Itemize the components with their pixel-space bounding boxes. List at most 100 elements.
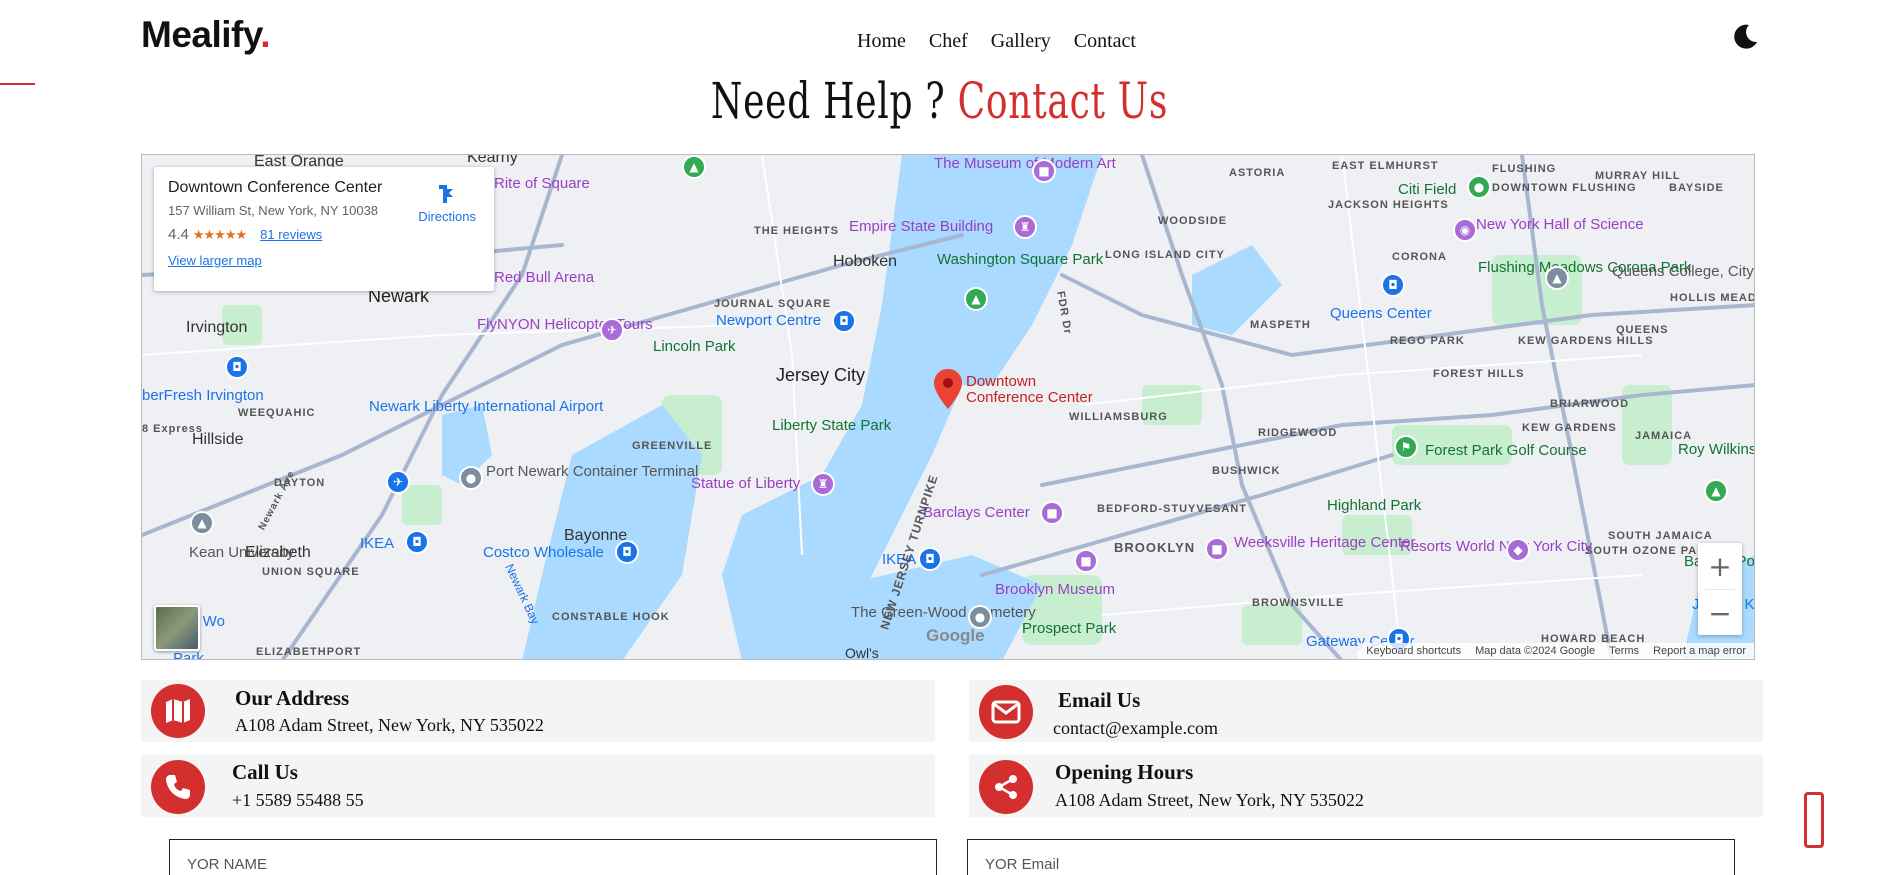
shopping-icon[interactable]: ◘	[1381, 273, 1405, 297]
shopping-icon[interactable]: ◘	[918, 547, 942, 571]
hours-text: A108 Adam Street, New York, NY 535022	[1055, 790, 1364, 810]
embedded-map[interactable]: Newark Jersey City Hoboken Irvington Hil…	[141, 154, 1755, 660]
school-icon[interactable]: ▲	[1545, 266, 1569, 290]
map-poi-resorts-world[interactable]: Resorts World New York City	[1400, 538, 1592, 555]
map-attribution: Keyboard shortcuts Map data ©2024 Google…	[1358, 643, 1754, 659]
map-poi-ikea-newark[interactable]: IKEA	[360, 535, 394, 552]
zoom-in-button[interactable]: +	[1698, 543, 1742, 589]
map-poi-ny-hall-science[interactable]: New York Hall of Science	[1476, 216, 1644, 233]
map-poi-red-bull-arena[interactable]: Red Bull Arena	[494, 269, 594, 286]
map-poi-newport-centre[interactable]: Newport Centre	[716, 312, 821, 329]
map-poi-washington-square[interactable]: Washington Square Park	[937, 251, 1103, 268]
map-zoom-control: + −	[1698, 543, 1742, 635]
shopping-icon[interactable]: ◘	[832, 309, 856, 333]
rating-stars-icon: ★★★★★	[192, 226, 247, 242]
map-label-queens: QUEENS	[1616, 324, 1669, 336]
map-label-east-elmhurst: EAST ELMHURST	[1332, 160, 1439, 172]
map-label-rego-park: REGO PARK	[1390, 335, 1465, 347]
arena-icon[interactable]: ■	[1040, 501, 1064, 525]
zoom-out-button[interactable]: −	[1698, 590, 1742, 636]
map-poi-statue-of-liberty[interactable]: Statue of Liberty	[691, 475, 800, 492]
address-card: Our Address A108 Adam Street, New York, …	[141, 680, 935, 742]
helicopter-icon[interactable]: ✈	[600, 318, 624, 342]
stadium-icon[interactable]: ●	[1467, 175, 1491, 199]
address-text: A108 Adam Street, New York, NY 535022	[235, 715, 544, 735]
shopping-icon[interactable]: ◘	[405, 530, 429, 554]
map-poi-barclays[interactable]: Barclays Center	[923, 504, 1030, 521]
tree-icon[interactable]: ▲	[964, 287, 988, 311]
nav-contact[interactable]: Contact	[1074, 30, 1136, 53]
terms-link[interactable]: Terms	[1609, 645, 1639, 657]
museum-icon[interactable]: ■	[1205, 537, 1229, 561]
call-card: Call Us +1 5589 55488 55	[141, 755, 935, 817]
tree-icon[interactable]: ▲	[682, 155, 706, 179]
map-poi-rite-of-square[interactable]: Rite of Square	[494, 175, 590, 192]
museum-icon[interactable]: ■	[1032, 159, 1056, 183]
landmark-icon[interactable]: ♜	[811, 472, 835, 496]
map-label-journal-square: JOURNAL SQUARE	[714, 298, 832, 310]
email-field[interactable]: YOR Email	[967, 839, 1735, 875]
map-poi-green-wood[interactable]: The Green-Wood Cemetery	[851, 604, 1036, 621]
map-poi-citi-field[interactable]: Citi Field	[1398, 181, 1456, 198]
school-icon[interactable]: ▲	[190, 511, 214, 535]
landmark-icon[interactable]: ♜	[1013, 215, 1037, 239]
map-poi-weeksville[interactable]: Weeksville Heritage Center	[1234, 534, 1415, 551]
map-poi-brooklyn-museum[interactable]: Brooklyn Museum	[995, 581, 1115, 598]
map-label-flushing: FLUSHING	[1492, 163, 1557, 175]
map-poi-newark-airport[interactable]: Newark Liberty International Airport	[369, 398, 603, 415]
map-poi-kean[interactable]: Kean University	[189, 544, 294, 561]
map-poi-forest-park-golf[interactable]: Forest Park Golf Course	[1425, 442, 1587, 459]
reviews-link[interactable]: 81 reviews	[260, 227, 322, 242]
name-field[interactable]: YOR NAME	[169, 839, 937, 875]
side-accent-line	[0, 83, 35, 85]
map-label-williamsburg: WILLIAMSBURG	[1069, 411, 1168, 423]
call-title: Call Us	[232, 760, 298, 784]
map-poi-roy-wilkins[interactable]: Roy Wilkins Park	[1678, 441, 1754, 458]
airport-icon[interactable]: ✈	[386, 470, 410, 494]
map-label-jersey-city: Jersey City	[776, 365, 866, 385]
view-larger-map-link[interactable]: View larger map	[168, 253, 480, 268]
science-icon[interactable]: ◉	[1453, 218, 1477, 242]
casino-icon[interactable]: ◆	[1506, 538, 1530, 562]
map-label-jackson-heights: JACKSON HEIGHTS	[1328, 199, 1449, 211]
place-rating-row: 4.4 ★★★★★ 81 reviews	[168, 226, 480, 243]
scroll-to-top-button[interactable]	[1804, 792, 1824, 848]
satellite-layer-toggle[interactable]	[154, 605, 200, 651]
keyboard-shortcuts-link[interactable]: Keyboard shortcuts	[1366, 645, 1461, 657]
cart-icon[interactable]: ◘	[225, 355, 249, 379]
port-icon[interactable]: ●	[459, 466, 483, 490]
map-label-kew-gardens-hills: KEW GARDENS HILLS	[1518, 335, 1654, 347]
directions-button[interactable]: Directions	[418, 181, 476, 224]
map-destination-label[interactable]: Downtown Conference Center	[966, 374, 1106, 406]
map-poi-moma[interactable]: The Museum of Modern Art	[934, 155, 1116, 172]
report-error-link[interactable]: Report a map error	[1653, 645, 1746, 657]
rating-value: 4.4	[168, 226, 189, 243]
location-pin-icon[interactable]	[934, 369, 962, 409]
email-text[interactable]: contact@example.com	[1053, 718, 1218, 739]
map-poi-lincoln-park[interactable]: Lincoln Park	[653, 338, 736, 355]
museum-icon[interactable]: ■	[1074, 549, 1098, 573]
map-poi-costco[interactable]: Costco Wholesale	[483, 544, 604, 561]
call-text[interactable]: +1 5589 55488 55	[232, 790, 364, 811]
brand-logo[interactable]: Mealify.	[141, 14, 270, 56]
site-header: Mealify. Home Chef Gallery Contact	[0, 0, 1879, 80]
hours-title: Opening Hours	[1055, 760, 1194, 784]
nav-chef[interactable]: Chef	[929, 30, 968, 53]
map-poi-highland-park[interactable]: Highland Park	[1327, 497, 1421, 514]
map-poi-liberty-park[interactable]: Liberty State Park	[772, 417, 891, 434]
shopping-icon[interactable]: ◘	[615, 540, 639, 564]
map-poi-queens-center[interactable]: Queens Center	[1330, 305, 1432, 322]
map-poi-prospect-park[interactable]: Prospect Park	[1022, 620, 1116, 637]
nav-gallery[interactable]: Gallery	[991, 30, 1051, 53]
golf-icon[interactable]: ⚑	[1394, 435, 1418, 459]
map-poi-empire-state[interactable]: Empire State Building	[849, 218, 993, 235]
map-poi-port-newark[interactable]: Port Newark Container Terminal	[486, 463, 698, 480]
google-logo: Google	[926, 626, 985, 645]
map-poi-flynyon[interactable]: FlyNYON Helicopter Tours	[477, 316, 653, 333]
map-poi-shoprite[interactable]: berFresh Irvington	[142, 387, 264, 404]
moon-icon[interactable]	[1730, 22, 1760, 52]
email-card: Email Us contact@example.com	[969, 680, 1763, 742]
map-poi-queens-college[interactable]: Queens College, City University of New Y…	[1612, 263, 1754, 280]
nav-home[interactable]: Home	[857, 30, 906, 53]
tree-icon[interactable]: ▲	[1704, 479, 1728, 503]
